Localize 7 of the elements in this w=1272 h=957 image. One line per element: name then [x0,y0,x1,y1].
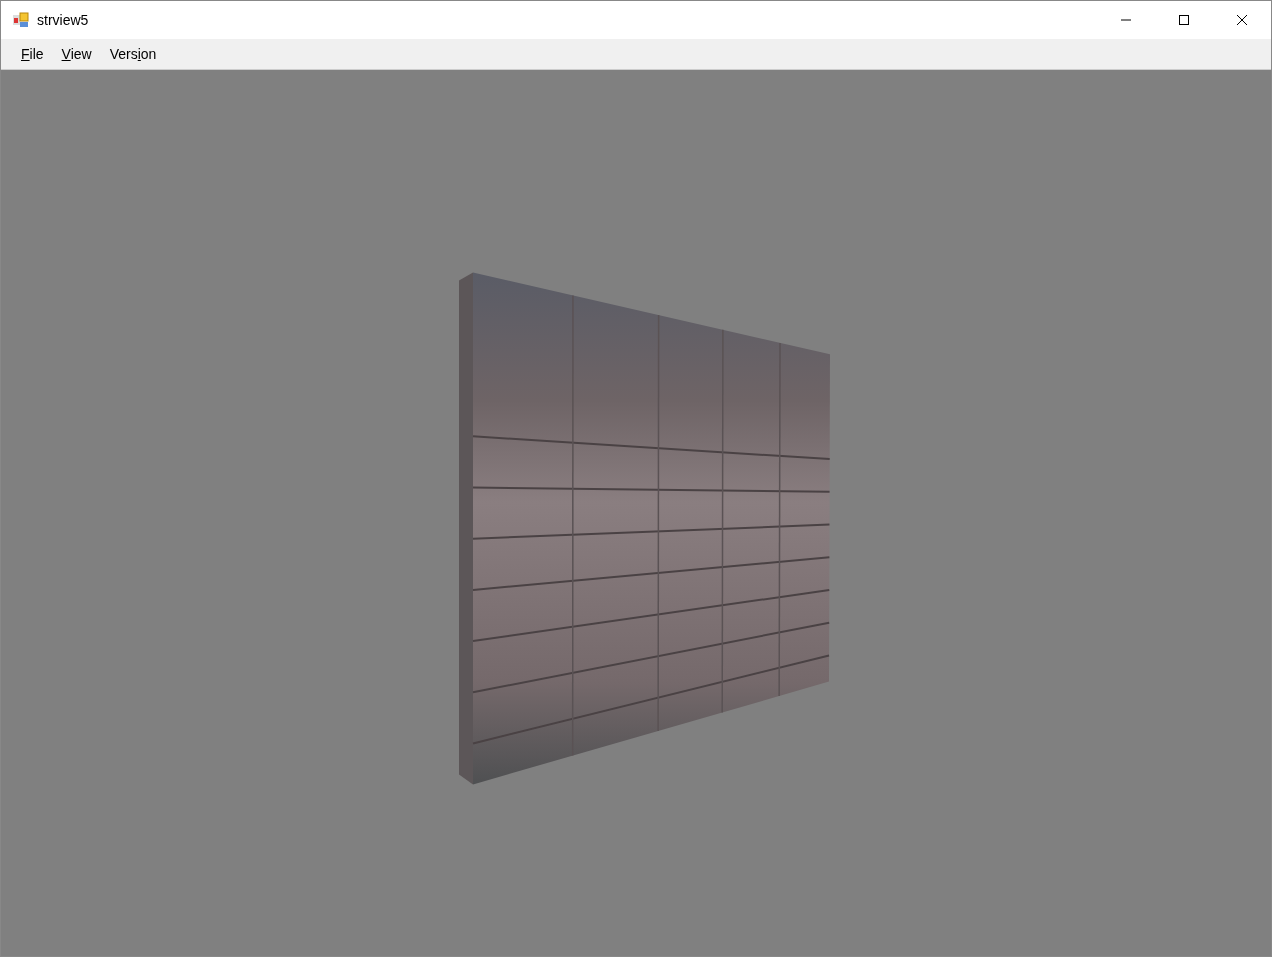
menu-item[interactable]: View [53,43,100,65]
window-title: strview5 [37,12,89,28]
menu-item[interactable]: File [13,43,52,65]
maximize-icon [1178,14,1190,26]
close-icon [1236,14,1248,26]
app-icon [13,12,29,28]
menu-item[interactable]: Version [101,43,165,65]
